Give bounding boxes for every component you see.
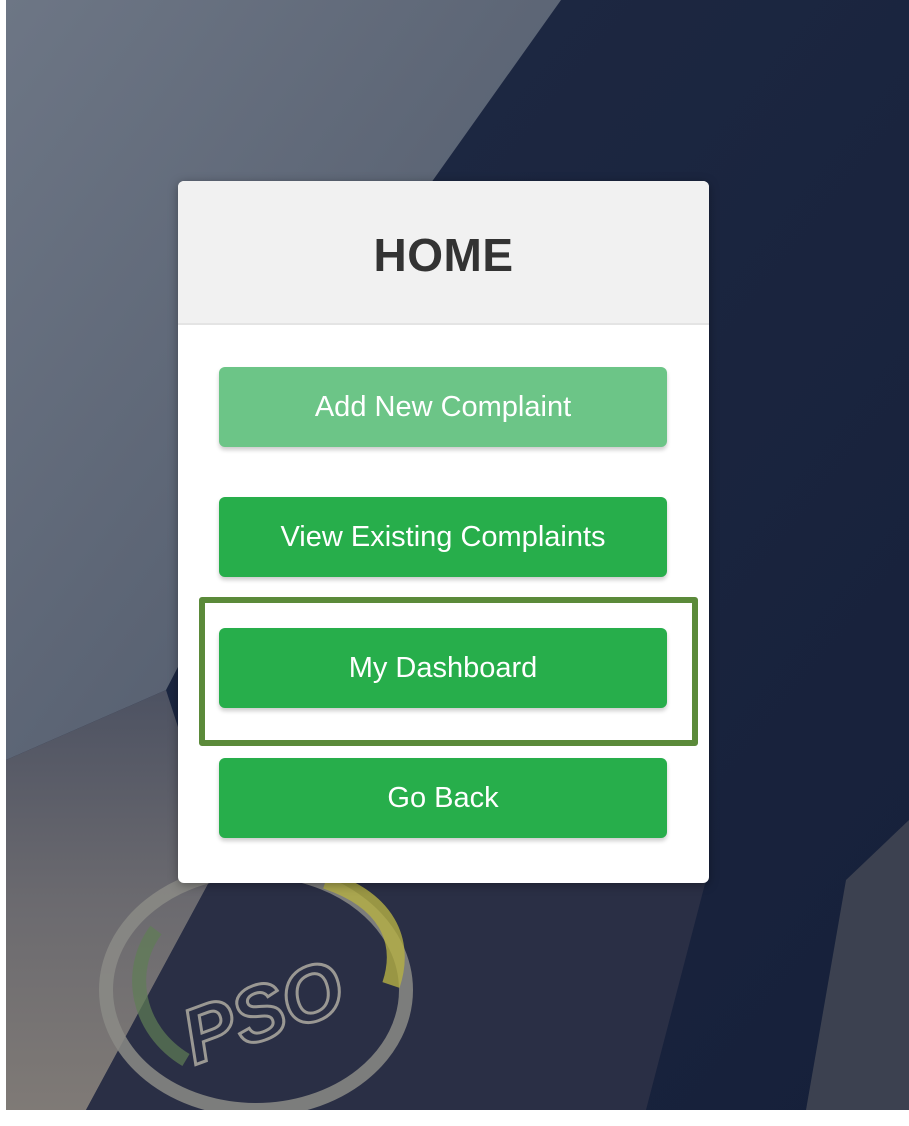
- go-back-button[interactable]: Go Back: [219, 758, 667, 838]
- view-existing-complaints-button[interactable]: View Existing Complaints: [219, 497, 667, 577]
- dialog-title: HOME: [373, 229, 514, 281]
- dialog-header: HOME: [178, 181, 709, 325]
- home-dialog: HOME Add New Complaint View Existing Com…: [178, 181, 709, 883]
- add-new-complaint-button[interactable]: Add New Complaint: [219, 367, 667, 447]
- my-dashboard-button[interactable]: My Dashboard: [219, 628, 667, 708]
